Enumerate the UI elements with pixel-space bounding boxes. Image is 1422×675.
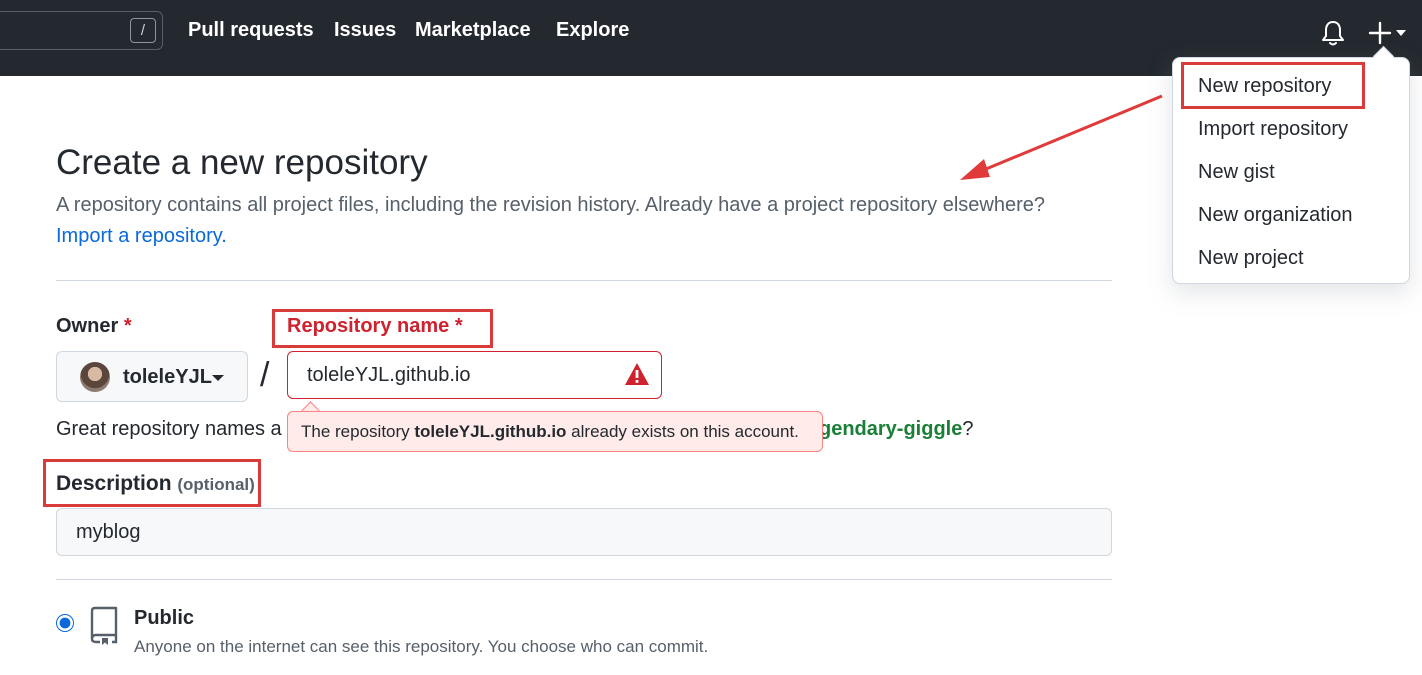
alert-icon xyxy=(625,363,649,385)
error-repo-name: toleleYJL.github.io xyxy=(414,422,567,441)
avatar xyxy=(80,362,110,392)
name-suggestion: gendary-giggle? xyxy=(819,418,974,440)
public-option-label: Public xyxy=(134,607,195,629)
path-separator: / xyxy=(260,356,270,394)
bell-icon[interactable] xyxy=(1320,19,1346,47)
nav-pull-requests[interactable]: Pull requests xyxy=(188,19,314,42)
owner-select[interactable]: toleleYJL xyxy=(56,351,248,402)
owner-label: Owner * xyxy=(56,315,132,337)
chevron-down-icon xyxy=(212,375,224,381)
repository-name-hint: Great repository names a xyxy=(56,418,282,440)
public-option-description: Anyone on the internet can see this repo… xyxy=(134,637,709,656)
annotation-box-repository-name xyxy=(272,309,493,348)
nav-issues[interactable]: Issues xyxy=(334,19,396,42)
menu-item-import-repository[interactable]: Import repository xyxy=(1198,118,1348,141)
search-input[interactable]: / xyxy=(0,11,163,50)
import-repository-link[interactable]: Import a repository. xyxy=(56,225,227,248)
annotation-box-new-repository xyxy=(1181,62,1365,109)
required-mark: * xyxy=(123,315,132,337)
search-shortcut-key: / xyxy=(130,18,156,43)
repo-icon xyxy=(90,606,118,645)
annotation-box-description xyxy=(43,459,261,507)
public-radio[interactable] xyxy=(56,614,74,632)
menu-item-new-project[interactable]: New project xyxy=(1198,247,1304,270)
divider xyxy=(56,280,1112,281)
divider xyxy=(56,579,1112,580)
nav-marketplace[interactable]: Marketplace xyxy=(415,19,531,42)
repository-exists-error: The repository toleleYJL.github.io alrea… xyxy=(287,411,823,452)
menu-item-new-gist[interactable]: New gist xyxy=(1198,161,1275,184)
description-input[interactable] xyxy=(56,508,1112,556)
nav-explore[interactable]: Explore xyxy=(556,19,629,42)
page-subtitle: A repository contains all project files,… xyxy=(56,194,1046,216)
caret-down-icon xyxy=(1396,30,1406,36)
owner-name: toleleYJL xyxy=(123,366,212,388)
suggested-name-link[interactable]: gendary-giggle xyxy=(819,418,962,440)
plus-icon[interactable] xyxy=(1368,19,1412,47)
annotation-arrow xyxy=(960,94,1163,180)
menu-item-new-organization[interactable]: New organization xyxy=(1198,204,1353,227)
page-title: Create a new repository xyxy=(56,143,428,182)
repository-name-input[interactable] xyxy=(287,351,662,399)
